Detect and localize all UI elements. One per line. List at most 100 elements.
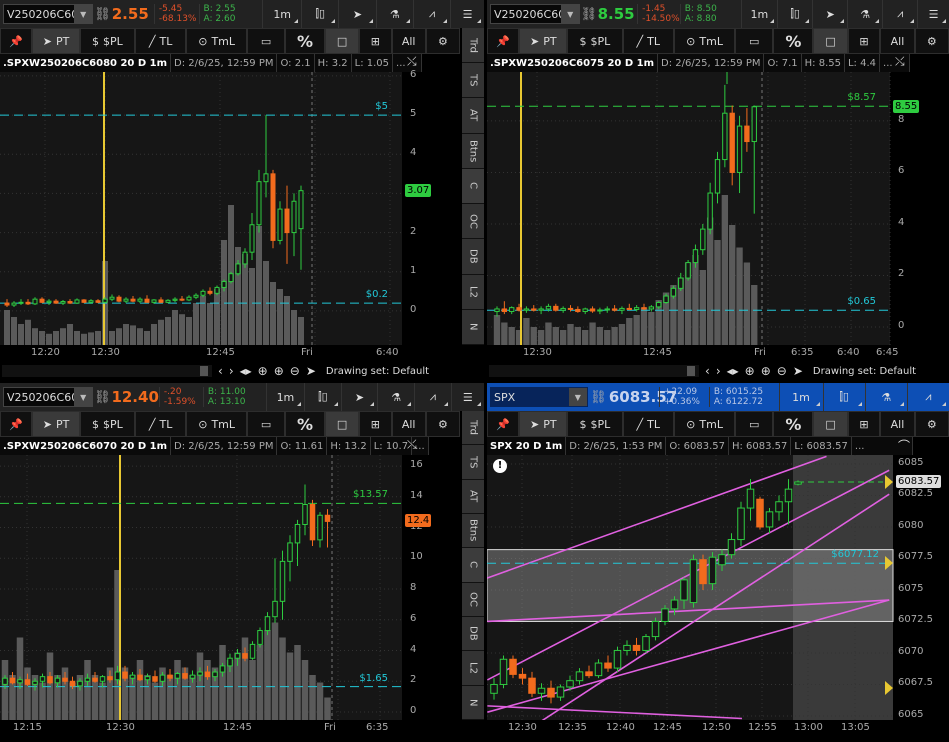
chart-canvas[interactable] <box>487 455 949 722</box>
rectangle-tool-button[interactable]: ▭ <box>248 29 285 53</box>
pin-icon[interactable]: 📌 <box>488 412 519 436</box>
pointer-tool-button[interactable]: ➤ PT <box>520 412 567 436</box>
trendline-tool-button[interactable]: ╱ TL <box>135 412 186 436</box>
rectangle-tool-button[interactable]: ▭ <box>736 412 773 436</box>
side-tab-oc[interactable]: OC <box>462 204 484 240</box>
price-level-tool-button[interactable]: $ $PL <box>80 29 134 53</box>
timeframe-button[interactable]: 1m <box>265 383 304 411</box>
style-toggle-icon[interactable]: ⤯ <box>895 54 935 72</box>
alert-icon[interactable]: ! <box>493 459 507 473</box>
settings-gear-icon[interactable]: ⚙ <box>426 29 460 53</box>
side-tab-btns[interactable]: Btns <box>462 133 484 169</box>
rectangle-tool-button[interactable]: ▭ <box>248 412 285 436</box>
time-axis[interactable]: 12:15 12:30 12:45 Fri 6:35 <box>0 720 402 736</box>
cursor-icon[interactable]: ➤ <box>812 0 847 28</box>
percent-tool-button[interactable]: % <box>774 412 813 436</box>
price-chart[interactable]: $6077.12! <box>487 455 949 722</box>
percent-tool-button[interactable]: % <box>286 29 324 53</box>
symbol-dropdown-icon[interactable]: ▼ <box>561 5 580 23</box>
single-layout-button[interactable]: □ <box>814 29 847 53</box>
timeframe-button[interactable]: 1m <box>778 383 823 411</box>
side-tab-db[interactable]: DB <box>462 239 484 275</box>
single-layout-button[interactable]: □ <box>814 412 847 436</box>
side-tab-n[interactable]: N <box>462 309 484 345</box>
drawing-set-label[interactable]: Drawing set: Default <box>326 366 429 377</box>
symbol-dropdown-icon[interactable]: ▼ <box>568 388 587 406</box>
symbol-input[interactable]: SPX ▼ <box>490 387 588 407</box>
scroll-left-icon[interactable]: ‹ <box>705 364 710 378</box>
chart-canvas[interactable] <box>487 72 949 345</box>
pin-icon[interactable]: 📌 <box>1 29 32 53</box>
pin-icon[interactable]: 📌 <box>1 412 32 436</box>
drawings-icon[interactable]: ⩘ <box>882 0 917 28</box>
all-button[interactable]: All <box>881 412 914 436</box>
crosshair-icon[interactable]: ⊕ <box>745 364 755 378</box>
drawings-icon[interactable]: ⩘ <box>414 383 451 411</box>
scrollbar-thumb[interactable] <box>687 366 695 376</box>
time-axis[interactable]: 12:20 12:30 12:45 Fri 6:40 <box>0 345 402 361</box>
scroll-left-icon[interactable]: ‹ <box>218 364 223 378</box>
zoom-out-icon[interactable]: ⊖ <box>777 364 787 378</box>
alert-marker-icon[interactable] <box>885 474 893 489</box>
settings-gear-icon[interactable]: ⚙ <box>915 29 948 53</box>
pointer-tool-button[interactable]: ➤ PT <box>520 29 567 53</box>
price-chart[interactable]: $13.57 $1.65 <box>0 455 460 720</box>
side-tab-at[interactable]: AT <box>462 98 484 134</box>
side-tab-trd[interactable]: Trd <box>462 28 484 64</box>
candle-style-icon[interactable]: ⫿▯ <box>301 0 338 28</box>
scroll-right-icon[interactable]: › <box>229 364 234 378</box>
grid-layout-button[interactable]: ⊞ <box>848 412 880 436</box>
expand-icon[interactable]: ◂▸ <box>240 364 252 378</box>
alert-marker-icon[interactable] <box>885 681 893 696</box>
zoom-in-icon[interactable]: ⊕ <box>761 364 771 378</box>
candle-style-icon[interactable]: ⫿▯ <box>822 383 865 411</box>
pointer-tool-button[interactable]: ➤ PT <box>33 29 79 53</box>
candle-style-icon[interactable]: ⫿▯ <box>304 383 341 411</box>
side-tab-l2[interactable]: L2 <box>462 651 484 686</box>
chart-canvas[interactable] <box>0 455 460 720</box>
menu-icon[interactable]: ☰ <box>917 0 949 28</box>
studies-flask-icon[interactable]: ⚗ <box>377 383 414 411</box>
timeframe-button[interactable]: 1m <box>740 0 778 28</box>
alert-marker-icon[interactable] <box>885 556 893 571</box>
cursor-mode-icon[interactable]: ➤ <box>306 364 316 378</box>
studies-flask-icon[interactable]: ⚗ <box>375 0 413 28</box>
horizontal-scrollbar[interactable] <box>489 365 699 377</box>
timeline-tool-button[interactable]: ⊙ TmL <box>187 29 247 53</box>
symbol-input[interactable]: V250206C6075 ▼ <box>490 4 581 24</box>
price-chart[interactable]: $8.57 $0.65 <box>487 72 949 345</box>
settings-gear-icon[interactable]: ⚙ <box>426 412 460 436</box>
grid-layout-button[interactable]: ⊞ <box>360 412 391 436</box>
single-layout-button[interactable]: □ <box>325 29 359 53</box>
price-axis[interactable]: 6085 6082.5 6080 6077.5 6075 6072.5 6070 6067.5… <box>885 455 949 720</box>
cursor-icon[interactable]: ➤ <box>338 0 375 28</box>
side-tab-oc[interactable]: OC <box>462 582 484 617</box>
drawing-set-label[interactable]: Drawing set: Default <box>813 366 916 377</box>
trendline-tool-button[interactable]: ╱ TL <box>623 412 674 436</box>
all-button[interactable]: All <box>881 29 914 53</box>
timeframe-button[interactable]: 1m <box>262 0 301 28</box>
price-level-tool-button[interactable]: $ $PL <box>80 412 134 436</box>
all-button[interactable]: All <box>392 29 425 53</box>
all-button[interactable]: All <box>392 412 425 436</box>
link-icon[interactable]: ⛓ <box>93 390 111 405</box>
link-icon[interactable]: ⛓ <box>580 7 598 22</box>
rectangle-tool-button[interactable]: ▭ <box>736 29 773 53</box>
side-tab-btns[interactable]: Btns <box>462 513 484 549</box>
symbol-dropdown-icon[interactable]: ▼ <box>74 5 93 23</box>
price-level-tool-button[interactable]: $ $PL <box>568 412 622 436</box>
trendline-tool-button[interactable]: ╱ TL <box>623 29 674 53</box>
drawings-icon[interactable]: ⩘ <box>906 383 949 411</box>
percent-tool-button[interactable]: % <box>286 412 324 436</box>
candle-style-icon[interactable]: ⫿▯ <box>777 0 812 28</box>
timeline-tool-button[interactable]: ⊙ TmL <box>675 412 735 436</box>
zoom-in-icon[interactable]: ⊕ <box>274 364 284 378</box>
side-tab-ts[interactable]: TS <box>462 63 484 99</box>
drawings-icon[interactable]: ⩘ <box>412 0 450 28</box>
side-tab-trd[interactable]: Trd <box>462 411 484 446</box>
trendline-tool-button[interactable]: ╱ TL <box>135 29 186 53</box>
time-axis[interactable]: 12:30 12:35 12:40 12:45 12:50 12:55 13:00 13:05 <box>487 720 893 736</box>
side-tab-ts[interactable]: TS <box>462 445 484 480</box>
scrollbar-thumb[interactable] <box>200 366 208 376</box>
crosshair-icon[interactable]: ⊕ <box>258 364 268 378</box>
